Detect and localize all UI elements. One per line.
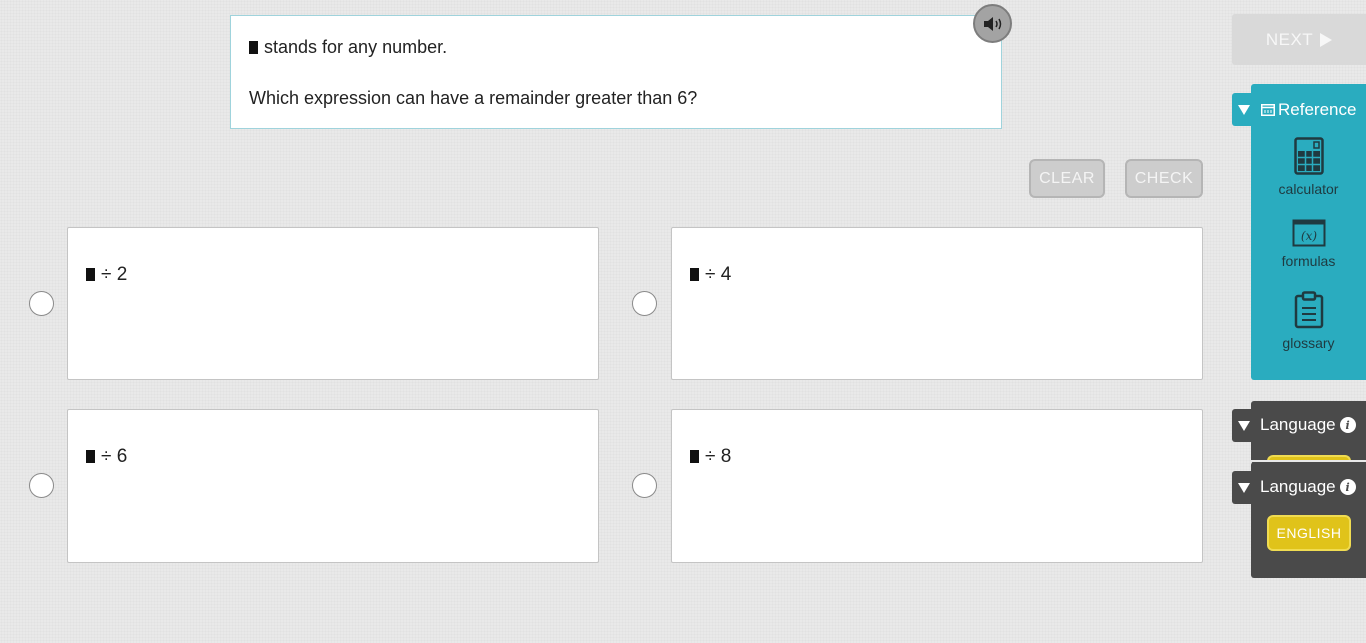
option-card-4[interactable]: ÷ 8 — [671, 409, 1203, 563]
reference-title: Reference — [1278, 100, 1357, 119]
language-header-1[interactable]: Language i — [1260, 415, 1356, 435]
audio-button[interactable] — [973, 4, 1012, 43]
window-icon — [1261, 104, 1275, 116]
triangle-down-icon — [1238, 482, 1250, 493]
option-radio-1[interactable] — [29, 291, 54, 316]
reference-header[interactable]: Reference — [1261, 100, 1356, 120]
option-text-2: ÷ 4 — [690, 264, 731, 286]
next-button[interactable]: NEXT — [1232, 14, 1366, 65]
option-radio-4[interactable] — [632, 473, 657, 498]
black-box-symbol — [690, 450, 699, 463]
question-line-1-text: stands for any number. — [264, 37, 448, 57]
option-radio-2[interactable] — [632, 291, 657, 316]
language-panel-2: Language i ENGLISH — [1251, 462, 1366, 578]
calculator-icon — [1293, 137, 1324, 175]
language-panel-1: Language i — [1251, 401, 1366, 465]
language-header-2[interactable]: Language i — [1260, 477, 1356, 497]
black-box-symbol — [690, 268, 699, 281]
info-icon[interactable]: i — [1339, 479, 1356, 495]
speaker-icon — [983, 16, 1001, 31]
clipboard-icon — [1294, 291, 1323, 329]
language-title-1: Language — [1260, 415, 1336, 434]
black-box-symbol — [249, 41, 258, 54]
triangle-down-icon — [1238, 420, 1250, 431]
option-card-1[interactable]: ÷ 2 — [67, 227, 599, 380]
option-expression-4: ÷ 8 — [705, 446, 732, 467]
reference-panel: Reference calculator (x) formulas glossa… — [1251, 84, 1366, 380]
option-expression-2: ÷ 4 — [705, 264, 732, 285]
language-title-2: Language — [1260, 477, 1336, 496]
option-expression-1: ÷ 2 — [101, 264, 128, 285]
question-box: stands for any number. Which expression … — [230, 15, 1002, 129]
calculator-label: calculator — [1278, 181, 1339, 197]
clear-button[interactable]: CLEAR — [1029, 159, 1105, 198]
next-label: NEXT — [1265, 29, 1314, 49]
option-text-3: ÷ 6 — [86, 446, 127, 468]
option-radio-3[interactable] — [29, 473, 54, 498]
option-card-2[interactable]: ÷ 4 — [671, 227, 1203, 380]
option-card-3[interactable]: ÷ 6 — [67, 409, 599, 563]
option-expression-3: ÷ 6 — [101, 446, 128, 467]
formulas-label: formulas — [1281, 253, 1336, 269]
option-text-4: ÷ 8 — [690, 446, 731, 468]
formulas-icon: (x) — [1292, 219, 1325, 247]
info-icon[interactable]: i — [1339, 417, 1356, 433]
formulas-tool[interactable]: (x) formulas — [1251, 219, 1366, 269]
question-line-2: Which expression can have a remainder gr… — [249, 88, 698, 108]
check-button[interactable]: CHECK — [1125, 159, 1203, 198]
svg-text:(x): (x) — [1300, 229, 1316, 243]
glossary-tool[interactable]: glossary — [1251, 291, 1366, 351]
black-box-symbol — [86, 268, 95, 281]
english-button[interactable]: ENGLISH — [1267, 515, 1351, 551]
glossary-label: glossary — [1282, 335, 1335, 351]
triangle-down-icon — [1238, 104, 1250, 115]
play-arrow-icon — [1320, 32, 1333, 47]
question-line-1: stands for any number. — [249, 37, 447, 58]
black-box-symbol — [86, 450, 95, 463]
calculator-tool[interactable]: calculator — [1251, 137, 1366, 197]
option-text-1: ÷ 2 — [86, 264, 127, 286]
